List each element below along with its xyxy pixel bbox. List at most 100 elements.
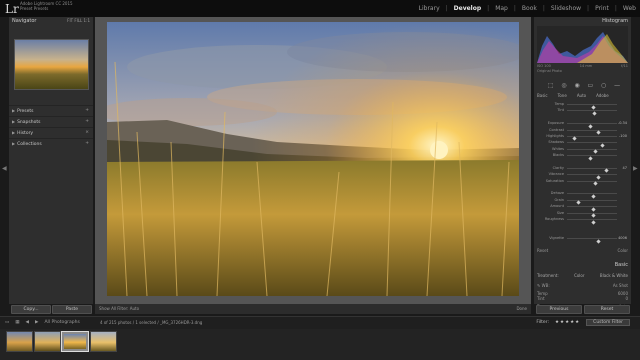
grid-icon[interactable]: ▦: [15, 320, 19, 325]
custom-filter-select[interactable]: Custom Filter: [586, 319, 630, 326]
slider-track[interactable]: [567, 219, 617, 225]
expand-triangle-icon: ▶: [12, 141, 16, 146]
left-panel-toggle-icon[interactable]: ◀: [2, 165, 7, 172]
star-rating-filter[interactable]: ★★★★★: [555, 320, 580, 325]
filmstrip-thumbnail[interactable]: [34, 331, 61, 352]
zoom-options[interactable]: FIT FILL 1:1: [67, 17, 90, 25]
graduated-filter-icon[interactable]: ▭: [588, 82, 594, 89]
module-map[interactable]: Map: [495, 5, 508, 12]
slider-track[interactable]: [567, 135, 617, 142]
top-bar: Lr Adobe Lightroom CC 2015 Preset Preset…: [0, 0, 640, 17]
add-icon[interactable]: +: [85, 139, 89, 148]
right-panel-toggle-icon[interactable]: ▶: [633, 165, 638, 172]
slider-track[interactable]: [567, 238, 617, 244]
clear-icon[interactable]: ×: [85, 128, 89, 137]
module-develop[interactable]: Develop: [454, 5, 482, 12]
reset-bar: Reset Color: [537, 248, 628, 253]
slider-track[interactable]: [567, 129, 617, 135]
histogram-graph: [537, 32, 628, 63]
left-panel-buttons: Copy... Paste: [9, 304, 93, 314]
reset-link[interactable]: Reset: [537, 248, 548, 253]
filmstrip-bar: ▭ ▦ ◀ ▶ All Photographs 4 of 215 photos …: [0, 316, 640, 329]
module-web[interactable]: Web: [623, 5, 636, 12]
spot-removal-icon[interactable]: ◎: [561, 82, 566, 89]
image-canvas[interactable]: [95, 17, 531, 304]
app-info: Adobe Lightroom CC 2015 Preset Presets: [20, 1, 73, 11]
snapshots-section[interactable]: ▶ Snapshots +: [9, 116, 93, 126]
slider-track[interactable]: [567, 104, 617, 110]
slider-track[interactable]: [567, 199, 617, 205]
tint-value[interactable]: 0: [625, 296, 628, 301]
treatment-bw-button[interactable]: Black & White: [600, 273, 628, 278]
add-icon[interactable]: +: [85, 117, 89, 126]
slider-track[interactable]: [567, 174, 617, 180]
filmstrip-thumbnail[interactable]: [90, 331, 117, 352]
original-photo-checkbox[interactable]: Original Photo: [537, 69, 562, 73]
slider-track[interactable]: [567, 206, 617, 212]
expand-triangle-icon: ▶: [12, 108, 16, 113]
slider-row[interactable]: Vignette 4006: [537, 235, 628, 244]
forward-arrow-icon[interactable]: ▶: [35, 320, 38, 325]
eyedropper-icon[interactable]: ✎: [537, 283, 540, 288]
slider-track[interactable]: [567, 123, 617, 129]
crop-tool-icon[interactable]: ⬚: [548, 82, 554, 89]
slider-value[interactable]: 4006: [618, 235, 627, 241]
navigator-title: Navigator: [12, 18, 37, 24]
module-separator: |: [513, 5, 516, 12]
filmstrip-thumbnail[interactable]: [6, 331, 33, 352]
source-label[interactable]: All Photographs: [44, 320, 79, 325]
module-book[interactable]: Book: [522, 5, 537, 12]
module-print[interactable]: Print: [595, 5, 609, 12]
slider-track[interactable]: [567, 193, 617, 199]
history-section[interactable]: ▶ History ×: [9, 127, 93, 137]
paste-button[interactable]: Paste: [52, 305, 92, 314]
previous-button[interactable]: Previous: [536, 305, 582, 314]
tab-auto[interactable]: Auto: [577, 93, 586, 98]
treatment-row: Treatment: Color Black & White: [537, 273, 628, 278]
navigator-header[interactable]: Navigator FIT FILL 1:1: [9, 17, 93, 25]
color-link[interactable]: Color: [618, 248, 628, 253]
slider-track[interactable]: [567, 110, 617, 116]
copy-button[interactable]: Copy...: [11, 305, 51, 314]
tab-basic[interactable]: Basic: [537, 93, 548, 98]
histogram[interactable]: [537, 26, 628, 63]
slider-track[interactable]: [567, 148, 617, 154]
photo[interactable]: [107, 22, 519, 296]
histogram-info: ISO 100 14 mm f/11: [537, 64, 628, 68]
radial-filter-icon[interactable]: ○: [601, 82, 606, 89]
tab-tone[interactable]: Tone: [558, 93, 567, 98]
basic-panel-title[interactable]: Basic: [537, 262, 628, 268]
filmstrip-status[interactable]: 4 of 215 photos / 1 selected / _MG_3726H…: [100, 320, 202, 325]
monitor-1-icon[interactable]: ▭: [5, 320, 9, 325]
slider-knob[interactable]: [596, 239, 601, 244]
slider-label: Vignette: [549, 236, 564, 241]
red-eye-icon[interactable]: ◉: [574, 82, 579, 89]
slider-track[interactable]: [567, 167, 617, 174]
slider-track[interactable]: [567, 155, 617, 161]
tab-adobe[interactable]: Adobe: [596, 93, 609, 98]
presets-section[interactable]: ▶ Presets +: [9, 105, 93, 115]
treatment-color-button[interactable]: Color: [574, 273, 584, 278]
slider-track[interactable]: [567, 212, 617, 218]
adjustment-brush-icon[interactable]: —: [614, 82, 620, 89]
module-picker: Library | Develop | Map | Book | Slidesh…: [413, 5, 636, 12]
back-arrow-icon[interactable]: ◀: [26, 320, 29, 325]
slider-track[interactable]: [567, 180, 617, 186]
wb-select[interactable]: As Shot: [613, 283, 628, 288]
module-library[interactable]: Library: [419, 5, 440, 12]
histogram-title: Histogram: [602, 18, 628, 24]
reset-button[interactable]: Reset: [584, 305, 630, 314]
filmstrip: [0, 329, 640, 360]
slider-track[interactable]: [567, 142, 617, 148]
toolbar-info[interactable]: Show All Filter: Auto: [99, 306, 139, 311]
module-separator: |: [487, 5, 490, 12]
expand-triangle-icon: ▶: [12, 130, 16, 135]
filmstrip-nav: ▭ ▦ ◀ ▶ All Photographs: [5, 320, 86, 325]
module-slideshow[interactable]: Slideshow: [551, 5, 581, 12]
collections-section[interactable]: ▶ Collections +: [9, 138, 93, 148]
done-button[interactable]: Done: [516, 304, 527, 314]
navigator-preview[interactable]: [14, 39, 89, 90]
add-icon[interactable]: +: [85, 106, 89, 115]
profile-tabs: Basic Tone Auto Adobe: [537, 93, 628, 98]
filmstrip-thumbnail-selected[interactable]: [61, 331, 89, 352]
